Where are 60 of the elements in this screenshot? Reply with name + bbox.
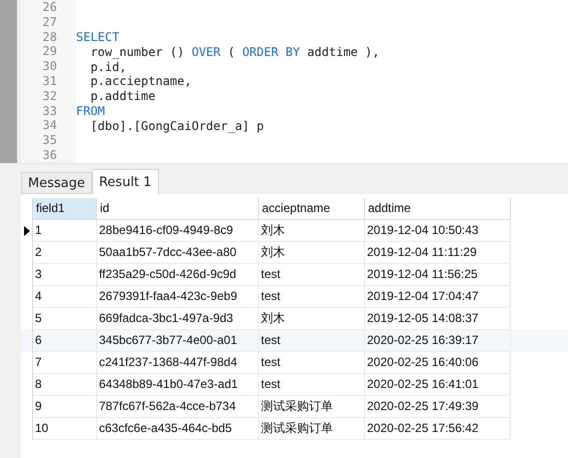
- table-cell: 9: [33, 396, 97, 418]
- table-cell: test: [259, 286, 365, 308]
- table-cell: test: [259, 374, 365, 396]
- code-line: SELECT: [76, 30, 120, 44]
- table-cell: 4: [33, 286, 97, 308]
- column-header[interactable]: id: [97, 198, 259, 220]
- table-cell: 2020-02-25 16:40:06: [365, 352, 511, 374]
- table-cell: 2020-02-25 17:56:42: [365, 418, 511, 440]
- code-line: p.id,: [89, 60, 127, 74]
- table-cell: 8: [33, 374, 97, 396]
- code-line: p.addtime: [89, 89, 156, 104]
- table-cell: c241f237-1368-447f-98d4: [97, 352, 259, 374]
- table-cell: 2: [33, 242, 97, 264]
- table-cell: 10: [33, 418, 97, 440]
- code-line: row_number () OVER ( ORDER BY addtime ),: [89, 44, 380, 59]
- table-cell: 28be9416-cf09-4949-8c9: [97, 220, 259, 242]
- table-cell: 2020-02-25 17:49:39: [365, 396, 511, 418]
- table-cell: 2019-12-04 11:56:25: [365, 264, 511, 286]
- line-number: 33: [21, 104, 76, 118]
- table-cell: test: [259, 352, 365, 374]
- table-cell: 7: [33, 352, 97, 374]
- table-cell: ff235a29-c50d-426d-9c9d: [97, 264, 259, 286]
- table-cell: 787fc67f-562a-4cce-b734: [97, 396, 259, 418]
- table-cell: 50aa1b57-7dcc-43ee-a80: [97, 242, 259, 264]
- line-number: 31: [21, 74, 76, 89]
- column-header[interactable]: accieptname: [259, 198, 365, 220]
- table-cell: 6: [33, 330, 97, 352]
- table-cell: 2679391f-faa4-423c-9eb9: [97, 286, 259, 308]
- table-cell: 3: [33, 264, 97, 286]
- line-number: 29: [21, 44, 76, 60]
- table-cell: 2019-12-04 17:04:47: [365, 286, 511, 308]
- table-cell: c63cfc6e-a435-464c-bd5: [97, 418, 259, 440]
- table-cell: 测试采购订单: [259, 418, 365, 440]
- table-cell: 2020-02-25 16:39:17: [365, 330, 511, 352]
- table-cell: 2019-12-04 11:11:29: [365, 242, 511, 264]
- line-number: 32: [21, 88, 76, 104]
- line-number: 36: [21, 148, 76, 163]
- line-number: 26: [21, 0, 76, 15]
- column-header[interactable]: addtime: [365, 198, 511, 220]
- tab[interactable]: Message: [21, 172, 92, 194]
- table-cell: 2020-02-25 16:41:01: [365, 374, 511, 396]
- table-cell: 刘木: [259, 220, 365, 242]
- table-cell: test: [259, 264, 365, 286]
- line-number: 27: [21, 14, 76, 30]
- tab[interactable]: Result 1: [92, 169, 159, 194]
- line-number: 35: [21, 133, 76, 148]
- code-line: FROM: [76, 104, 105, 118]
- table-cell: 345bc677-3b77-4e00-a01: [97, 330, 259, 352]
- line-number: 28: [21, 30, 76, 44]
- table-cell: 2019-12-04 10:50:43: [365, 220, 511, 242]
- line-number: 34: [21, 118, 76, 134]
- table-cell: 64348b89-41b0-47e3-ad1: [97, 374, 259, 396]
- table-cell: 刘木: [259, 242, 365, 264]
- table-cell: 测试采购订单: [259, 396, 365, 418]
- column-header[interactable]: field1: [33, 198, 97, 220]
- table-cell: test: [259, 330, 365, 352]
- code-line: [dbo].[GongCaiOrder_a] p: [89, 118, 264, 133]
- line-number: 30: [21, 59, 76, 74]
- table-cell: 1: [33, 220, 97, 242]
- code-line: p.accieptname,: [89, 74, 192, 88]
